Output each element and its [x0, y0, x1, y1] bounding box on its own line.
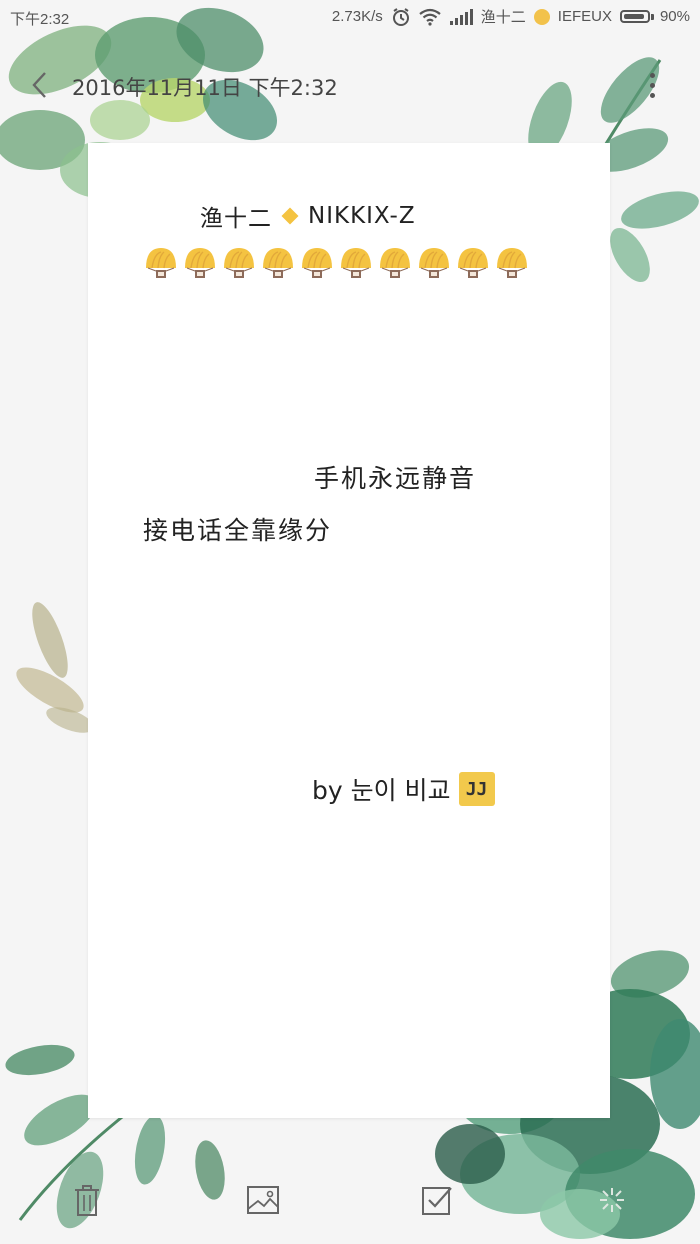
battery-fill	[623, 14, 644, 19]
note-signature: by 눈이 비교 JJ	[312, 771, 495, 807]
balloon-emoji-icon	[456, 246, 490, 282]
signal-icon	[449, 8, 473, 25]
more-tools-button[interactable]	[592, 1180, 632, 1220]
note-title: 渔十二 NIKKIX-Z	[200, 199, 416, 233]
balloon-emoji-icon	[378, 246, 412, 282]
balloon-emoji-icon	[495, 246, 529, 282]
checklist-icon	[422, 1187, 452, 1215]
balloon-emoji-icon	[300, 246, 334, 282]
balloon-emoji-icon	[339, 246, 373, 282]
back-button[interactable]	[22, 68, 56, 102]
status-right-group: 2.73K/s 渔十二 IEFEUX 90%	[332, 6, 690, 27]
note-date: 2016年11月11日 下午2:32	[72, 76, 338, 100]
wifi-icon	[419, 8, 441, 26]
battery-icon	[619, 10, 650, 23]
more-tools-icon	[600, 1188, 624, 1212]
alarm-icon	[392, 7, 409, 26]
trash-icon	[75, 1185, 99, 1216]
balloon-emoji-icon	[261, 246, 295, 282]
emoji-row	[144, 246, 529, 282]
network-speed: 2.73K/s	[331, 8, 383, 25]
balloon-emoji-icon	[417, 246, 451, 282]
battery-indicator: 90%	[619, 8, 690, 25]
carrier-name: 渔十二	[480, 9, 526, 26]
checklist-button[interactable]	[418, 1180, 458, 1220]
note-card[interactable]: 渔十二 NIKKIX-Z 手机永远静音 接电话全靠缘分 by 눈이 비교 JJ	[88, 143, 610, 1118]
image-icon	[247, 1186, 279, 1214]
note-line-1: 手机永远静音	[314, 464, 477, 493]
insert-image-button[interactable]	[243, 1180, 283, 1220]
title-right: NIKKIX-Z	[308, 203, 416, 229]
network-name: IEFEUX	[557, 8, 612, 25]
more-dot-icon	[649, 82, 655, 88]
diamond-icon	[281, 207, 299, 225]
note-line-2: 接电话全靠缘分	[143, 516, 333, 545]
battery-percent: 90%	[659, 8, 690, 25]
face-emoji-icon	[533, 8, 550, 25]
balloon-emoji-icon	[144, 246, 178, 282]
signature-text: by 눈이 비교	[312, 776, 451, 805]
balloon-emoji-icon	[222, 246, 256, 282]
title-left: 渔十二	[200, 206, 272, 232]
delete-button[interactable]	[67, 1180, 107, 1220]
chevron-left-icon	[32, 72, 46, 98]
more-dot-icon	[649, 92, 655, 98]
leaf-decoration-left-middle	[16, 602, 90, 733]
status-bar: 下午2:32 2.73K/s 渔十二 IEFEUX 90%	[0, 0, 700, 34]
bottom-toolbar	[0, 1170, 700, 1230]
status-time: 下午2:32	[10, 11, 70, 28]
note-header: 2016年11月11日 下午2:32	[0, 60, 700, 110]
more-options-button[interactable]	[640, 68, 664, 102]
battery-tip	[650, 13, 654, 20]
balloon-emoji-icon	[183, 246, 217, 282]
signature-badge: JJ	[458, 772, 495, 806]
more-dot-icon	[649, 72, 655, 78]
